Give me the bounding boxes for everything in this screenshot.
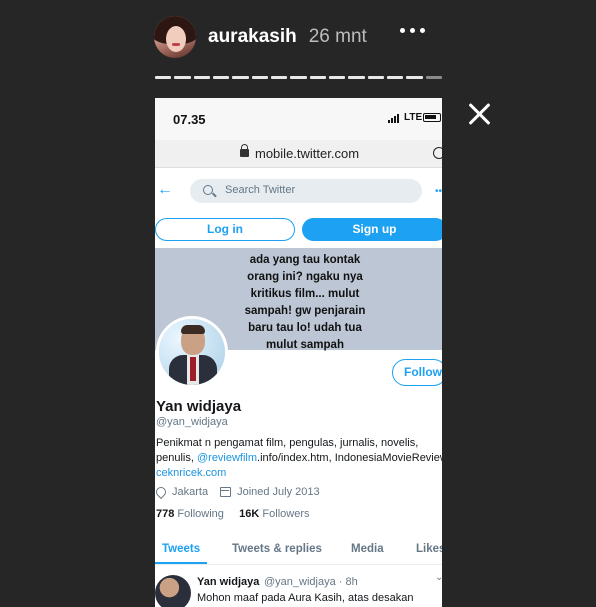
story-header: aurakasih 26 mnt xyxy=(154,14,454,60)
progress-segment xyxy=(367,76,384,79)
profile-tabs: Tweets Tweets & replies Media Likes xyxy=(155,535,442,565)
screenshot-image: 07.35 LTE mobile.twitter.com ← Search Tw… xyxy=(155,98,442,607)
tab-media: Media xyxy=(351,543,384,555)
search-icon xyxy=(203,185,213,195)
progress-segment xyxy=(406,76,423,79)
chevron-down-icon: ⌄ xyxy=(435,572,442,583)
tweet-author: Yan widjaya xyxy=(197,576,260,588)
progress-segment xyxy=(212,76,230,79)
login-button: Log in xyxy=(155,218,295,241)
tweet-text: Mohon maaf pada Aura Kasih, atas desakan xyxy=(197,592,414,604)
progress-segment xyxy=(270,76,288,79)
banner-caption: ada yang tau kontak orang ini? ngaku nya… xyxy=(244,254,366,351)
follow-counts: 778 Following 16K Followers xyxy=(156,508,310,520)
signal-icon xyxy=(388,114,399,123)
tweet-item: Yan widjaya @yan_widjaya · 8h ⌄ Mohon ma… xyxy=(155,568,442,607)
profile-handle: @yan_widjaya xyxy=(156,416,228,428)
location-text: Jakarta xyxy=(172,486,209,498)
progress-segment xyxy=(328,76,346,79)
avatar[interactable] xyxy=(154,16,196,58)
browser-url-bar: mobile.twitter.com xyxy=(155,140,442,168)
back-arrow-icon: ← xyxy=(157,181,173,198)
story-time-ago: 26 mnt xyxy=(308,26,367,47)
progress-segment xyxy=(155,76,172,79)
close-icon[interactable] xyxy=(466,101,492,127)
progress-segment xyxy=(348,76,365,79)
more-options-icon[interactable] xyxy=(400,28,425,33)
tab-likes: Likes xyxy=(416,543,442,555)
phone-status-bar: 07.35 LTE xyxy=(155,98,442,140)
more-icon: •• xyxy=(435,186,442,197)
search-placeholder: Search Twitter xyxy=(225,184,296,196)
search-input: Search Twitter xyxy=(190,179,422,203)
battery-icon xyxy=(423,113,441,122)
lock-icon xyxy=(240,144,249,157)
story-progress xyxy=(155,76,442,79)
story-username[interactable]: aurakasih xyxy=(208,26,297,48)
tab-tweets: Tweets xyxy=(162,543,201,555)
profile-avatar xyxy=(156,316,228,388)
follow-button: Follow xyxy=(392,359,442,386)
twitter-nav: ← Search Twitter •• xyxy=(155,176,442,206)
status-time: 07.35 xyxy=(173,112,206,127)
progress-segment xyxy=(174,76,191,79)
progress-segment xyxy=(425,76,442,79)
profile-bio: Penikmat n pengamat film, pengulas, jurn… xyxy=(156,437,442,479)
url-text: mobile.twitter.com xyxy=(255,146,360,161)
profile-name: Yan widjaya xyxy=(156,398,242,415)
tab-tweets-replies: Tweets & replies xyxy=(232,543,322,555)
tweet-avatar xyxy=(155,575,191,607)
progress-segment xyxy=(251,76,268,79)
location-icon xyxy=(155,484,169,500)
profile-meta: Jakarta Joined July 2013 xyxy=(155,484,320,500)
progress-segment xyxy=(309,76,326,79)
progress-segment xyxy=(193,76,210,79)
reload-icon xyxy=(433,147,442,159)
tweet-handle: @yan_widjaya · 8h xyxy=(264,576,358,588)
calendar-icon xyxy=(220,487,232,497)
story-viewer: aurakasih 26 mnt 07.35 LTE mobile.twitte… xyxy=(0,0,596,607)
active-tab-indicator xyxy=(155,562,207,564)
progress-segment xyxy=(290,76,307,79)
joined-text: Joined July 2013 xyxy=(237,486,320,498)
progress-segment xyxy=(232,76,249,79)
signup-button: Sign up xyxy=(302,218,442,241)
progress-segment xyxy=(386,76,404,79)
bio-link: @reviewfilm xyxy=(196,452,258,464)
network-label: LTE xyxy=(404,112,423,123)
